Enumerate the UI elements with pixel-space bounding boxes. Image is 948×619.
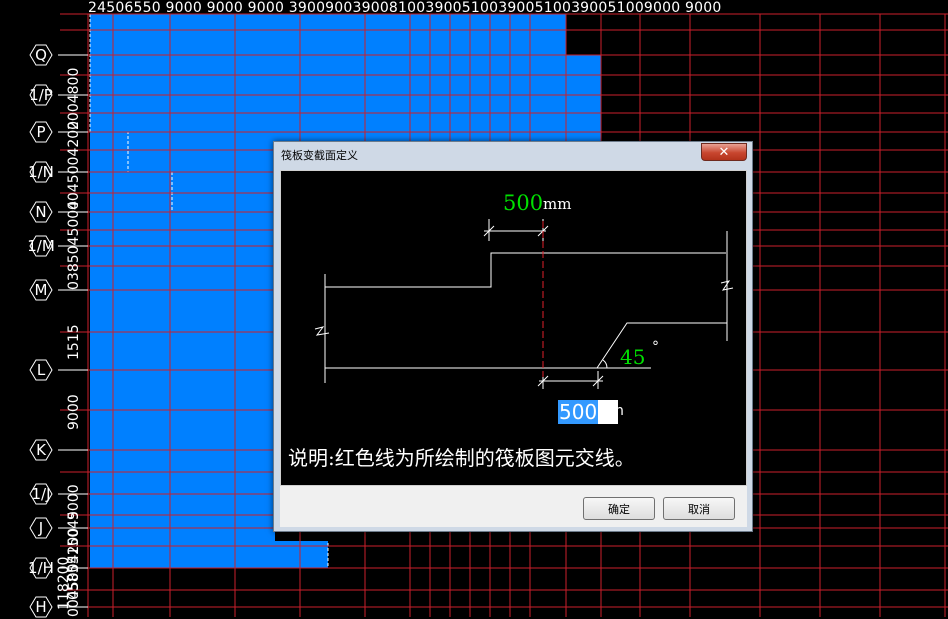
section-diagram [314, 219, 734, 389]
ok-button[interactable]: 确定 [583, 497, 655, 520]
angle-unit: ° [652, 339, 659, 355]
axis-label-1-M[interactable]: 1/M [24, 234, 58, 258]
axis-label-1-J[interactable]: 1/J [24, 482, 58, 506]
bottom-width-input[interactable]: 500 [558, 400, 618, 424]
axis-label-L[interactable]: L [24, 358, 58, 382]
bottom-width-unit: n [615, 403, 624, 419]
axis-label-1-N[interactable]: 1/N [24, 160, 58, 184]
left-dimension-text: 9000 [66, 394, 82, 430]
left-dimension-text: 0045004200 [66, 120, 82, 210]
cancel-button[interactable]: 取消 [663, 497, 735, 520]
left-dimension-text: 0385045004 [66, 200, 82, 290]
section-preview: 500 mm 45 ° 500 n 说明:红色线为所绘制的筏板图元交线。 [280, 170, 747, 486]
raft-section-dialog: 筏板变截面定义 ✕ 500 mm 45 ° 500 n 说明:红色线为所绘制的筏… [273, 141, 753, 532]
description-note: 说明:红色线为所绘制的筏板图元交线。 [288, 446, 635, 470]
angle-value[interactable]: 45 [620, 345, 645, 369]
top-axis-dimensions: 24506550 9000 9000 9000 3900900390081003… [88, 0, 722, 16]
dialog-body: 500 mm 45 ° 500 n 说明:红色线为所绘制的筏板图元交线。 确定 … [280, 170, 747, 527]
bottom-width-value: 500 [558, 400, 599, 424]
left-dimension-text: 0045004200 [66, 527, 82, 617]
axis-label-P[interactable]: P [24, 120, 58, 144]
axis-label-N[interactable]: N [24, 200, 58, 224]
axis-label-M[interactable]: M [24, 278, 58, 302]
axis-label-H[interactable]: H [24, 595, 58, 619]
dialog-title: 筏板变截面定义 [281, 149, 358, 162]
close-button[interactable]: ✕ [701, 143, 747, 161]
axis-label-1-H[interactable]: 1/H [24, 556, 58, 580]
left-axis: Q 1/P P 1/N N 1/M M L K 1/J J 1/H H 2004800 0045004200… [0, 0, 82, 619]
top-width-value[interactable]: 500 [503, 191, 543, 215]
close-icon: ✕ [718, 144, 730, 160]
axis-label-K[interactable]: K [24, 438, 58, 462]
axis-label-J[interactable]: J [24, 516, 58, 540]
top-width-unit: mm [543, 195, 572, 213]
axis-label-Q[interactable]: Q [24, 43, 58, 67]
left-dimension-text: 1515 [66, 324, 82, 360]
axis-label-1-P[interactable]: 1/P [24, 83, 58, 107]
